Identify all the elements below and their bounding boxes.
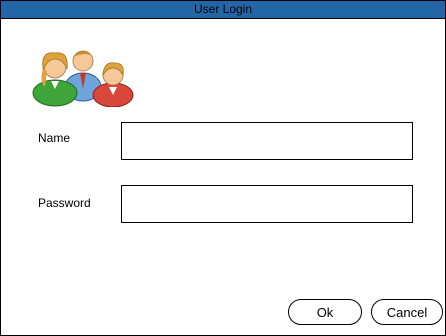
password-input[interactable] — [122, 186, 412, 222]
password-field[interactable] — [121, 185, 413, 223]
users-group-icon — [32, 50, 134, 107]
name-field[interactable] — [121, 122, 413, 160]
name-label: Name — [38, 131, 71, 145]
name-input[interactable] — [122, 123, 412, 159]
ok-button[interactable]: Ok — [288, 299, 362, 325]
login-window: User Login Name Password Ok Cancel — [0, 0, 446, 336]
window-title: User Login — [1, 1, 445, 19]
password-label: Password — [38, 196, 91, 210]
cancel-button[interactable]: Cancel — [371, 299, 443, 325]
